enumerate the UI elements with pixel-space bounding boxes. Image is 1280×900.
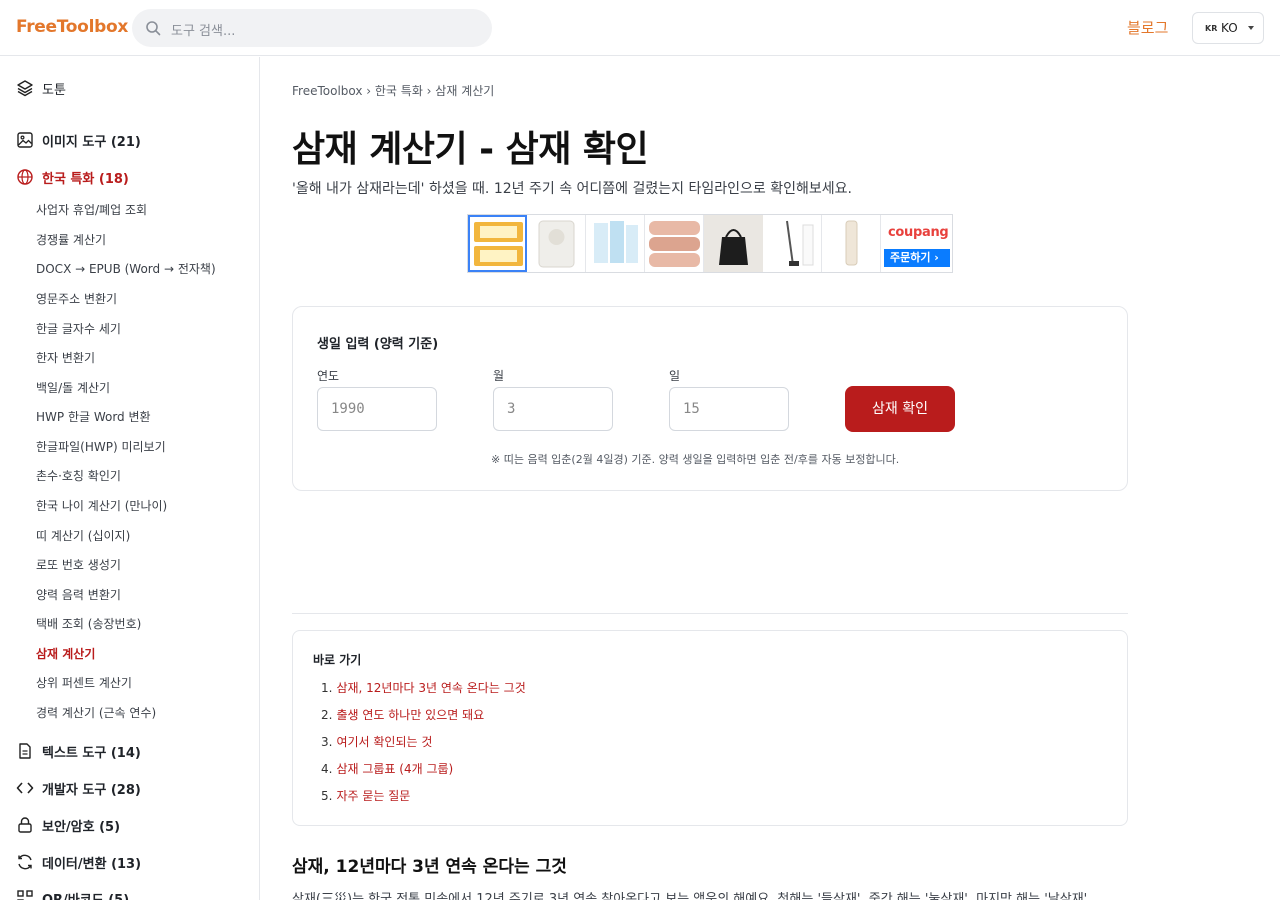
sidebar-subitem[interactable]: 양력 음력 변환기: [36, 586, 121, 603]
sidebar-subitem[interactable]: 영문주소 변환기: [36, 290, 117, 307]
product-image-icon: [649, 221, 700, 267]
sidebar-subitem[interactable]: 한자 변환기: [36, 349, 95, 366]
site-logo[interactable]: FreeToolbox: [16, 17, 128, 37]
check-samjae-button[interactable]: 삼재 확인: [845, 386, 955, 432]
product-image-icon: [845, 220, 858, 266]
year-input[interactable]: 1990: [317, 387, 437, 431]
file-text-icon: [19, 743, 31, 759]
sidebar-subitem[interactable]: 한글파일(HWP) 미리보기: [36, 438, 166, 455]
product-image-icon: [538, 220, 575, 268]
breadcrumb[interactable]: FreeToolbox › 한국 특화 › 삼재 계산기: [292, 82, 494, 99]
sidebar-item-security[interactable]: 보안/암호 (5): [16, 814, 120, 836]
refresh-icon: [18, 854, 32, 870]
sidebar-item-label: 개발자 도구 (28): [42, 782, 141, 798]
section-paragraph: 삼재(三災)는 한국 전통 민속에서 12년 주기로 3년 연속 찾아온다고 보…: [292, 892, 1088, 900]
month-label: 월: [493, 369, 505, 383]
product-image-icon: [594, 221, 638, 263]
code-icon: [16, 782, 34, 794]
sidebar-item-image[interactable]: 이미지 도구 (21): [16, 129, 141, 151]
sidebar-item-label: 한국 특화 (18): [42, 171, 129, 187]
sidebar-subitem[interactable]: HWP 한글 Word 변환: [36, 408, 151, 425]
ad-banner[interactable]: coupang 주문하기 ›: [467, 214, 953, 273]
sidebar-subitem-active[interactable]: 삼재 계산기: [36, 645, 95, 662]
toc-item[interactable]: 4. 삼재 그룹표 (4개 그룹): [321, 760, 453, 777]
sidebar: 도툰 이미지 도구 (21) 한국 특화 (18) 사업자 휴업/폐업 조회 경…: [0, 57, 260, 900]
ad-thumbnail[interactable]: [645, 215, 704, 272]
globe-icon: [17, 169, 33, 185]
toc-item[interactable]: 3. 여기서 확인되는 것: [321, 733, 432, 750]
sidebar-subitem[interactable]: 상위 퍼센트 계산기: [36, 674, 132, 691]
ad-thumbnail[interactable]: [704, 215, 763, 272]
brand-name: coupang: [888, 225, 949, 240]
sidebar-subitem[interactable]: 로또 번호 생성기: [36, 556, 121, 573]
lock-icon: [18, 817, 32, 833]
top-header: FreeToolbox 도구 검색... 블로그 KR KO: [0, 0, 1280, 56]
search-icon: [146, 21, 161, 36]
sidebar-item-text[interactable]: 텍스트 도구 (14): [16, 740, 141, 762]
sidebar-item-label: QR/바코드 (5): [42, 892, 130, 900]
sidebar-subitem[interactable]: 촌수·호칭 확인기: [36, 467, 121, 484]
sidebar-item-top[interactable]: 도툰: [16, 77, 66, 99]
chevron-down-icon: [1248, 26, 1254, 30]
sidebar-subitem[interactable]: 한글 글자수 세기: [36, 320, 121, 337]
product-image-icon: [786, 220, 814, 266]
toc-item[interactable]: 1. 삼재, 12년마다 3년 연속 온다는 그것: [321, 679, 526, 696]
sidebar-item-data[interactable]: 데이터/변환 (13): [16, 851, 141, 873]
section-heading: 삼재, 12년마다 3년 연속 온다는 그것: [292, 857, 567, 877]
month-input[interactable]: 3: [493, 387, 613, 431]
toc-item[interactable]: 5. 자주 묻는 질문: [321, 787, 410, 804]
coupang-brand[interactable]: coupang 주문하기 ›: [884, 219, 950, 269]
sidebar-item-label: 도툰: [42, 82, 66, 98]
sidebar-item-label: 데이터/변환 (13): [42, 856, 142, 872]
table-of-contents: 바로 가기 1. 삼재, 12년마다 3년 연속 온다는 그것 2. 출생 연도 하…: [292, 630, 1128, 826]
input-card: 생일 입력 (양력 기준) 연도 월 일 1990 3 15 삼재 확인 ※ 띠…: [292, 306, 1128, 491]
day-label: 일: [669, 369, 681, 383]
sidebar-subitem[interactable]: 백일/돌 계산기: [36, 379, 110, 396]
section-divider: [292, 613, 1128, 614]
sidebar-item-dev[interactable]: 개발자 도구 (28): [16, 777, 141, 799]
image-icon: [17, 132, 33, 148]
product-image-icon: [704, 215, 763, 272]
search-input[interactable]: 도구 검색...: [171, 20, 235, 39]
ad-thumbnail[interactable]: [468, 215, 527, 272]
form-title: 생일 입력 (양력 기준): [317, 337, 439, 352]
form-note: ※ 띠는 음력 입춘(2월 4일경) 기준. 양력 생일을 입력하면 입춘 전/…: [491, 453, 900, 466]
ad-thumbnail[interactable]: [763, 215, 822, 272]
language-code: KO: [1221, 21, 1238, 35]
toc-title: 바로 가기: [313, 653, 362, 667]
page-title: 삼재 계산기 - 삼재 확인: [292, 129, 649, 170]
ad-thumbnail[interactable]: [822, 215, 881, 272]
product-image-icon: [474, 222, 523, 266]
sidebar-item-label: 텍스트 도구 (14): [42, 745, 141, 761]
sidebar-subitem[interactable]: 사업자 휴업/폐업 조회: [36, 201, 147, 218]
search-box[interactable]: 도구 검색...: [132, 9, 492, 47]
toc-item[interactable]: 2. 출생 연도 하나만 있으면 돼요: [321, 706, 484, 723]
flag-icon: KR: [1205, 24, 1218, 33]
day-input[interactable]: 15: [669, 387, 789, 431]
sidebar-subitem[interactable]: 한국 나이 계산기 (만나이): [36, 497, 167, 514]
page-subtitle: '올해 내가 삼재라는데' 하셨을 때. 12년 주기 속 어디쯤에 걸렸는지 …: [292, 181, 852, 197]
layers-icon: [17, 80, 33, 97]
sidebar-item-korea[interactable]: 한국 특화 (18): [16, 166, 129, 188]
ad-thumbnail[interactable]: [527, 215, 586, 272]
sidebar-subitem[interactable]: 택배 조회 (송장번호): [36, 615, 141, 632]
sidebar-subitem[interactable]: 경력 계산기 (근속 연수): [36, 704, 156, 721]
blog-link[interactable]: 블로그: [1127, 17, 1168, 38]
sidebar-subitem[interactable]: DOCX → EPUB (Word → 전자책): [36, 260, 216, 277]
qr-code-icon: [17, 890, 33, 900]
language-select[interactable]: KR KO: [1192, 12, 1264, 44]
ad-thumbnail[interactable]: [586, 215, 645, 272]
sidebar-item-label: 이미지 도구 (21): [42, 134, 141, 150]
year-label: 연도: [317, 369, 340, 383]
order-button[interactable]: 주문하기 ›: [884, 249, 950, 267]
sidebar-item-label: 보안/암호 (5): [42, 819, 121, 835]
sidebar-subitem[interactable]: 경쟁률 계산기: [36, 231, 106, 248]
sidebar-item-qr[interactable]: QR/바코드 (5): [16, 887, 129, 900]
sidebar-subitem[interactable]: 띠 계산기 (십이지): [36, 527, 130, 544]
